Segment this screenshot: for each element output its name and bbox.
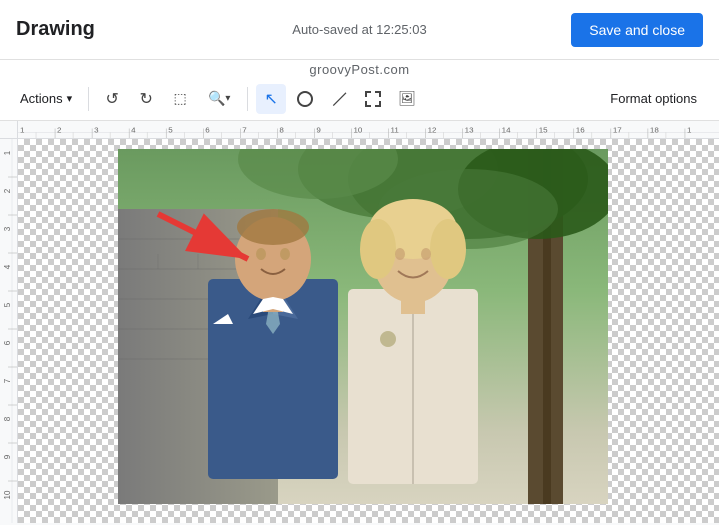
- svg-text:2: 2: [57, 126, 61, 135]
- selection-box-button[interactable]: [358, 84, 388, 114]
- watermark: groovyPost.com: [0, 60, 719, 77]
- autosave-status: Auto-saved at 12:25:03: [292, 22, 426, 37]
- svg-text:14: 14: [502, 126, 512, 135]
- cursor-tool-button[interactable]: ↖: [256, 84, 286, 114]
- svg-text:9: 9: [316, 126, 320, 135]
- undo-icon: ↺: [105, 89, 118, 109]
- redo-button[interactable]: ↻: [131, 84, 161, 114]
- toolbar-divider-1: [88, 87, 89, 111]
- svg-text:9: 9: [3, 454, 12, 459]
- svg-text:2: 2: [3, 188, 12, 193]
- line-icon: —: [325, 85, 353, 113]
- drawing-surface[interactable]: [18, 139, 719, 523]
- svg-text:7: 7: [242, 126, 246, 135]
- portrait-image-container: [118, 149, 608, 504]
- actions-dropdown-icon: ▾: [67, 92, 73, 105]
- vertical-ruler: 1 2 3 4 5 6 7 8 9 10: [0, 139, 18, 523]
- ruler-corner: [0, 121, 18, 139]
- svg-text:17: 17: [613, 126, 622, 135]
- watermark-text: groovyPost.com: [309, 62, 409, 77]
- line-tool-button[interactable]: —: [324, 84, 354, 114]
- svg-text:6: 6: [3, 340, 12, 345]
- ruler-left-svg: 1 2 3 4 5 6 7 8 9 10: [0, 139, 18, 523]
- zoom-icon: 🔍: [208, 90, 225, 107]
- select-object-button[interactable]: ⬚: [165, 84, 195, 114]
- svg-text:15: 15: [539, 126, 548, 135]
- zoom-dropdown-icon: ▾: [225, 93, 230, 104]
- svg-text:4: 4: [131, 126, 136, 135]
- svg-text:6: 6: [205, 126, 209, 135]
- svg-text:3: 3: [3, 226, 12, 231]
- cursor-icon: ↖: [264, 89, 277, 109]
- svg-text:13: 13: [465, 126, 474, 135]
- svg-text:5: 5: [168, 126, 172, 135]
- app-title: Drawing: [16, 18, 95, 41]
- header-right-actions: Save and close: [571, 13, 703, 47]
- svg-text:10: 10: [3, 490, 12, 499]
- svg-text:4: 4: [3, 264, 12, 269]
- canvas-area: 1 2 3 4 5 6 7 8 9 10: [0, 139, 719, 523]
- select-object-icon: ⬚: [174, 90, 187, 107]
- horizontal-ruler: 1 2 3 4 5 6 7 8 9 10 11 12 13 1: [0, 121, 719, 139]
- svg-text:1: 1: [687, 126, 691, 135]
- redo-icon: ↻: [139, 89, 152, 109]
- toolbar-divider-2: [247, 87, 248, 111]
- zoom-button[interactable]: 🔍 ▾: [199, 84, 239, 114]
- actions-menu-button[interactable]: Actions ▾: [12, 87, 80, 110]
- svg-text:10: 10: [353, 126, 363, 135]
- shape-tool-button[interactable]: [290, 84, 320, 114]
- undo-button[interactable]: ↺: [97, 84, 127, 114]
- svg-text:1: 1: [3, 150, 12, 155]
- svg-text:5: 5: [3, 302, 12, 307]
- svg-text:12: 12: [428, 126, 437, 135]
- svg-text:8: 8: [279, 126, 283, 135]
- save-close-button[interactable]: Save and close: [571, 13, 703, 47]
- svg-text:1: 1: [20, 126, 24, 135]
- drawing-toolbar: Actions ▾ ↺ ↻ ⬚ 🔍 ▾ ↖ — 🖼 Format options: [0, 77, 719, 121]
- svg-text:3: 3: [94, 126, 98, 135]
- selection-box-icon: [365, 91, 381, 107]
- shape-icon: [297, 91, 313, 107]
- ruler-top: 1 2 3 4 5 6 7 8 9 10 11 12 13 1: [18, 121, 719, 138]
- format-options-button[interactable]: Format options: [600, 87, 707, 110]
- svg-text:18: 18: [650, 126, 659, 135]
- image-icon: 🖼: [398, 90, 416, 107]
- image-tool-button[interactable]: 🖼: [392, 84, 422, 114]
- svg-text:7: 7: [3, 378, 12, 383]
- portrait-image-svg: [118, 149, 608, 504]
- app-header: Drawing Auto-saved at 12:25:03 Save and …: [0, 0, 719, 60]
- svg-text:11: 11: [391, 126, 399, 135]
- actions-label: Actions: [20, 91, 63, 106]
- svg-text:16: 16: [576, 126, 585, 135]
- svg-text:8: 8: [3, 416, 12, 421]
- ruler-top-svg: 1 2 3 4 5 6 7 8 9 10 11 12 13 1: [18, 121, 719, 138]
